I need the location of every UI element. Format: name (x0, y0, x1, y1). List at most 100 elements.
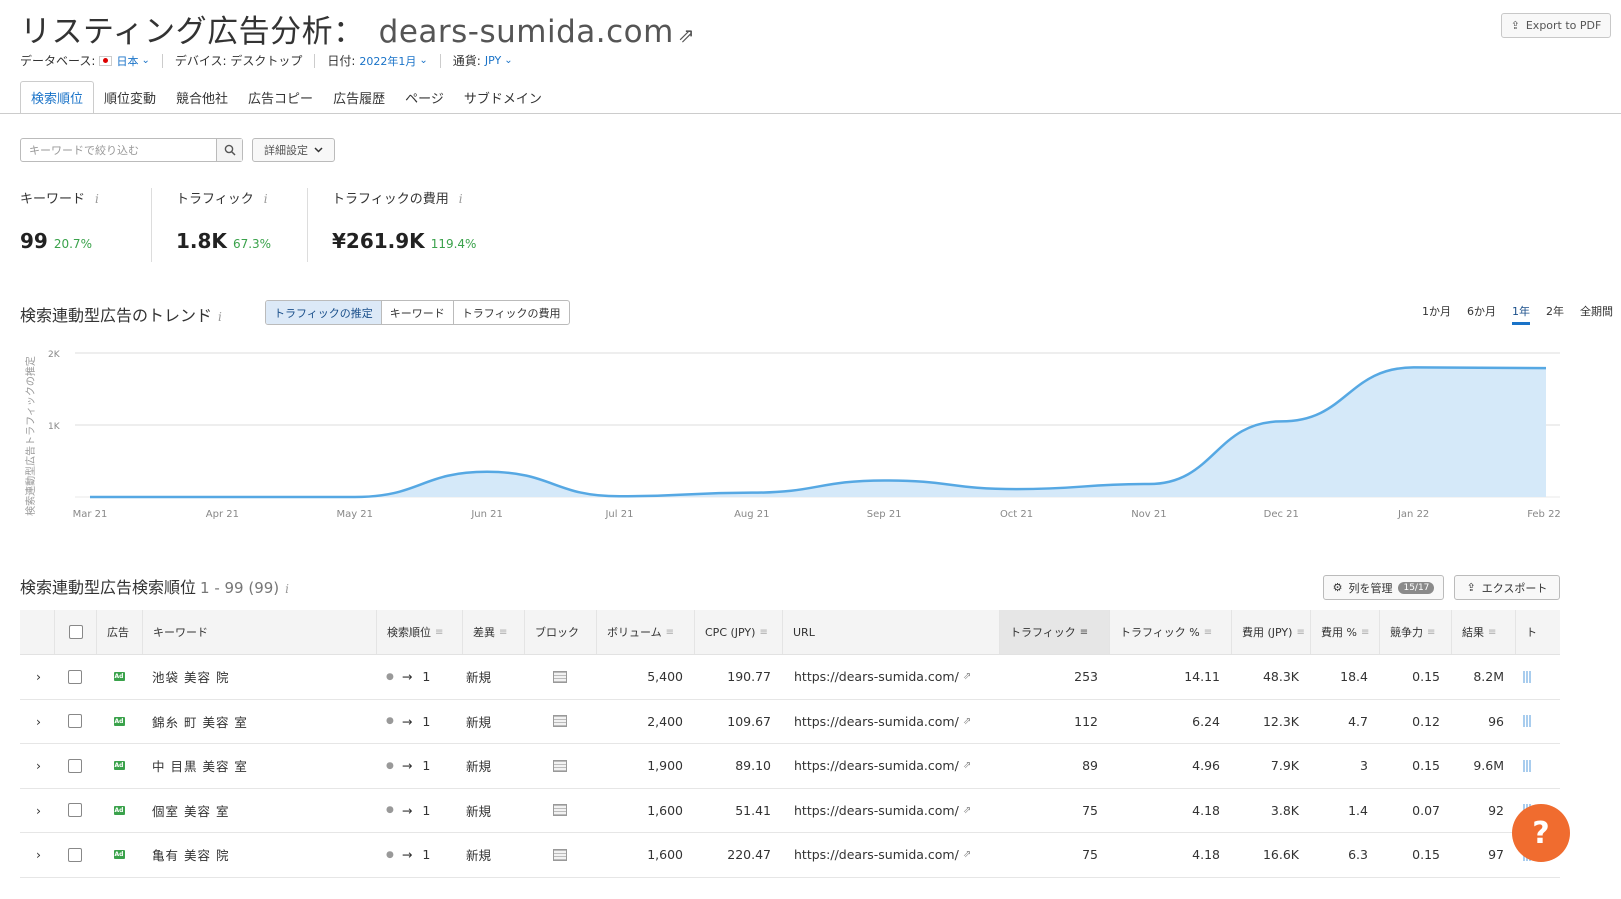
tab-position-changes[interactable]: 順位変動 (94, 81, 166, 114)
table-row[interactable]: › Ad 中 目黒 美容 室 ● → 1 新規 1,900 89.10 https://dears… (20, 744, 1560, 789)
period-1y[interactable]: 1年 (1504, 299, 1538, 325)
keyword-link[interactable]: 亀有 美容 院 (142, 833, 376, 877)
ad-icon[interactable]: Ad (113, 850, 125, 860)
keyword-link[interactable]: 個室 美容 室 (142, 789, 376, 833)
manage-columns-button[interactable]: ⚙ 列を管理 15/17 (1323, 575, 1444, 600)
expand-row-icon[interactable]: › (20, 700, 54, 744)
url-link[interactable]: https://dears-sumida.com/ (794, 803, 959, 818)
tab-ad-copies[interactable]: 広告コピー (238, 81, 323, 114)
col-cost[interactable]: 費用 (JPY) ≡ (1231, 610, 1310, 654)
period-6m[interactable]: 6か月 (1459, 299, 1504, 323)
help-button[interactable]: ? (1512, 804, 1570, 862)
chevron-down-icon[interactable]: ⌄ (504, 55, 512, 66)
chevron-down-icon[interactable]: ⌄ (419, 55, 427, 66)
col-cost-pct[interactable]: 費用 % ≡ (1310, 610, 1379, 654)
table-row[interactable]: › Ad 個室 美容 室 ● → 1 新規 1,600 51.41 https://dears-s… (20, 789, 1560, 833)
row-checkbox[interactable] (68, 669, 82, 684)
ad-block-icon[interactable] (553, 670, 567, 683)
tab-positions[interactable]: 検索順位 (20, 81, 95, 114)
external-link-icon[interactable]: ⇗ (963, 716, 971, 727)
select-all-checkbox[interactable] (68, 625, 83, 639)
ad-block-icon[interactable] (553, 804, 567, 817)
info-icon[interactable]: i (264, 192, 268, 206)
external-link-icon[interactable]: ⇗ (963, 671, 971, 682)
info-icon[interactable]: i (285, 582, 289, 596)
external-link-icon[interactable]: ⇗ (963, 805, 971, 816)
col-volume[interactable]: ボリューム ≡ (596, 610, 694, 654)
domain-link[interactable]: dears-sumida.com (379, 14, 674, 50)
info-icon[interactable]: i (218, 310, 222, 324)
ad-block-icon[interactable] (553, 848, 567, 861)
ad-icon[interactable]: Ad (113, 761, 125, 771)
sort-icon[interactable]: ≡ (499, 627, 507, 638)
export-button[interactable]: ⇪ エクスポート (1454, 575, 1560, 600)
period-1m[interactable]: 1か月 (1414, 299, 1459, 323)
metric-value[interactable]: 1.8K (176, 229, 227, 253)
sort-desc-icon[interactable]: ≡ (1080, 627, 1088, 638)
currency-select[interactable]: JPY (485, 54, 501, 67)
toggle-traffic-estimate[interactable]: トラフィックの推定 (266, 301, 381, 324)
col-traffic[interactable]: トラフィック ≡ (999, 610, 1109, 654)
trend-sparkline[interactable] (1515, 744, 1560, 788)
tab-subdomains[interactable]: サブドメイン (454, 81, 552, 114)
trend-sparkline[interactable] (1515, 700, 1560, 744)
col-keyword[interactable]: キーワード (142, 610, 376, 654)
external-link-icon[interactable]: ⇗ (678, 23, 695, 47)
period-2y[interactable]: 2年 (1538, 299, 1572, 323)
url-link[interactable]: https://dears-sumida.com/ (794, 714, 959, 729)
col-cpc[interactable]: CPC (JPY) ≡ (694, 610, 782, 654)
period-all[interactable]: 全期間 (1572, 299, 1621, 323)
url-link[interactable]: https://dears-sumida.com/ (794, 758, 959, 773)
row-checkbox[interactable] (68, 847, 82, 862)
export-pdf-button[interactable]: ⇪ Export to PDF (1501, 13, 1611, 38)
url-link[interactable]: https://dears-sumida.com/ (794, 669, 959, 684)
sort-icon[interactable]: ≡ (1488, 627, 1496, 638)
toggle-traffic-cost[interactable]: トラフィックの費用 (452, 301, 569, 324)
expand-row-icon[interactable]: › (20, 789, 54, 833)
col-diff[interactable]: 差異 ≡ (462, 610, 524, 654)
col-competition[interactable]: 競争力 ≡ (1379, 610, 1451, 654)
sort-icon[interactable]: ≡ (1204, 627, 1212, 638)
metric-value[interactable]: ¥261.9K (332, 229, 425, 253)
url-link[interactable]: https://dears-sumida.com/ (794, 847, 959, 862)
external-link-icon[interactable]: ⇗ (963, 760, 971, 771)
ad-icon[interactable]: Ad (113, 672, 125, 682)
sort-icon[interactable]: ≡ (759, 627, 767, 638)
external-link-icon[interactable]: ⇗ (963, 849, 971, 860)
ad-icon[interactable]: Ad (113, 716, 125, 726)
tab-competitors[interactable]: 競合他社 (166, 81, 238, 114)
expand-row-icon[interactable]: › (20, 744, 54, 788)
date-select[interactable]: 2022年1月 (359, 53, 416, 69)
metric-value[interactable]: 99 (20, 229, 48, 253)
sort-icon[interactable]: ≡ (666, 627, 674, 638)
expand-row-icon[interactable]: › (20, 833, 54, 877)
expand-row-icon[interactable]: › (20, 655, 54, 699)
database-select[interactable]: 日本 (116, 53, 138, 69)
row-checkbox[interactable] (68, 758, 82, 773)
keyword-link[interactable]: 中 目黒 美容 室 (142, 744, 376, 788)
chevron-down-icon[interactable]: ⌄ (141, 55, 149, 66)
search-button[interactable] (216, 139, 242, 161)
keyword-link[interactable]: 池袋 美容 院 (142, 655, 376, 699)
toggle-keywords[interactable]: キーワード (380, 301, 453, 324)
table-row[interactable]: › Ad 錦糸 町 美容 室 ● → 1 新規 2,400 109.67 https://dear… (20, 700, 1560, 744)
sort-icon[interactable]: ≡ (435, 627, 443, 638)
col-block[interactable]: ブロック (524, 610, 596, 654)
row-checkbox[interactable] (68, 803, 82, 818)
tab-ad-history[interactable]: 広告履歴 (323, 81, 395, 114)
col-trend[interactable]: ト (1515, 610, 1560, 654)
col-traffic-pct[interactable]: トラフィック % ≡ (1109, 610, 1231, 654)
tab-pages[interactable]: ページ (395, 81, 454, 114)
col-position[interactable]: 検索順位 ≡ (376, 610, 462, 654)
ad-block-icon[interactable] (553, 715, 567, 728)
trend-sparkline[interactable] (1515, 655, 1560, 699)
col-results[interactable]: 結果 ≡ (1451, 610, 1515, 654)
col-url[interactable]: URL (782, 610, 999, 654)
row-checkbox[interactable] (68, 714, 82, 729)
ad-icon[interactable]: Ad (113, 805, 125, 815)
table-row[interactable]: › Ad 亀有 美容 院 ● → 1 新規 1,600 220.47 https://dears-… (20, 833, 1560, 878)
advanced-settings-button[interactable]: 詳細設定 (252, 138, 335, 162)
info-icon[interactable]: i (95, 192, 99, 206)
device-filter[interactable]: デバイス: デスクトップ (175, 52, 303, 69)
info-icon[interactable]: i (459, 192, 463, 206)
